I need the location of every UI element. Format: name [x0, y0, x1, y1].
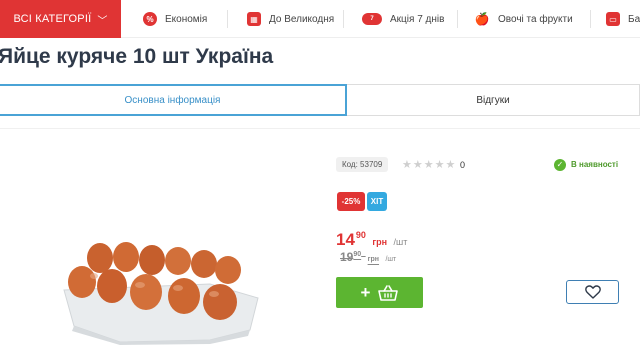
nav-item-economy[interactable]: % Економія	[143, 0, 207, 38]
price-integer: 14	[336, 230, 355, 249]
add-to-cart-button[interactable]: +	[336, 277, 423, 308]
nav-item-fruits-vegetables[interactable]: 🍎 Овочі та фрукти	[474, 0, 573, 38]
old-price-cents: 90	[353, 251, 362, 258]
tab-main-info[interactable]: Основна інформація	[0, 84, 347, 116]
nav-divider	[227, 10, 228, 28]
nav-item-label: Овочі та фрукти	[498, 13, 573, 25]
all-categories-label: ВСІ КАТЕГОРІЇ	[13, 13, 92, 25]
hit-badge: ХІТ	[367, 192, 387, 211]
promo-badge-icon: 7	[362, 13, 382, 25]
top-navigation: ВСІ КАТЕГОРІЇ ﹀ % Економія ▦ До Великодн…	[0, 0, 640, 38]
product-code-badge: Код: 53709	[336, 157, 389, 172]
old-price: 1990 грн /шт	[340, 248, 396, 266]
nav-item-label: Ба	[628, 13, 640, 25]
bakery-icon: ▭	[606, 12, 620, 26]
add-to-favorites-button[interactable]	[566, 280, 619, 304]
calendar-icon: ▦	[247, 12, 261, 26]
stock-status: ✓ В наявності	[554, 157, 618, 172]
rating-count: 0	[460, 159, 466, 170]
check-icon: ✓	[554, 158, 566, 171]
price-unit: /шт	[393, 237, 408, 247]
plus-icon: +	[360, 283, 371, 302]
tab-reviews[interactable]: Відгуки	[347, 84, 640, 116]
fruit-icon: 🍎	[474, 12, 490, 26]
section-divider	[0, 128, 640, 129]
all-categories-button[interactable]: ВСІ КАТЕГОРІЇ ﹀	[0, 0, 121, 38]
nav-item-easter[interactable]: ▦ До Великодня	[247, 0, 334, 38]
nav-item-bakery[interactable]: ▭ Ба	[606, 0, 640, 38]
percent-icon: %	[143, 12, 157, 26]
discount-badge: -25%	[337, 192, 365, 211]
basket-icon	[378, 284, 399, 301]
heart-icon	[584, 285, 601, 299]
chevron-down-icon: ﹀	[97, 15, 108, 27]
price-cents: 90	[355, 230, 366, 240]
rating-stars[interactable]: ★ ★ ★ ★ ★	[402, 157, 455, 172]
nav-divider	[457, 10, 458, 28]
star-icon[interactable]: ★	[413, 158, 423, 171]
product-title: Яйце куряче 10 шт Україна	[0, 45, 274, 68]
old-price-currency: грн	[367, 256, 380, 263]
nav-divider	[590, 10, 591, 28]
current-price: 1490 грн /шт	[336, 230, 407, 250]
old-price-integer: 19	[340, 250, 354, 264]
nav-item-label: Економія	[165, 13, 208, 25]
nav-item-label: Акція 7 днів	[390, 13, 445, 25]
star-icon[interactable]: ★	[435, 158, 445, 171]
old-price-amount: 1990 грн	[340, 248, 379, 265]
product-image	[63, 242, 259, 345]
product-tabs: Основна інформація Відгуки	[0, 84, 640, 116]
nav-item-label: До Великодня	[269, 13, 335, 25]
star-icon[interactable]: ★	[446, 158, 456, 171]
price-currency: грн	[372, 237, 388, 247]
nav-item-promo-7-days[interactable]: 7 Акція 7 днів	[362, 0, 444, 38]
star-icon[interactable]: ★	[424, 158, 434, 171]
nav-divider	[343, 10, 344, 28]
stock-status-label: В наявності	[571, 160, 619, 169]
old-price-unit: /шт	[385, 256, 397, 263]
star-icon[interactable]: ★	[402, 158, 412, 171]
